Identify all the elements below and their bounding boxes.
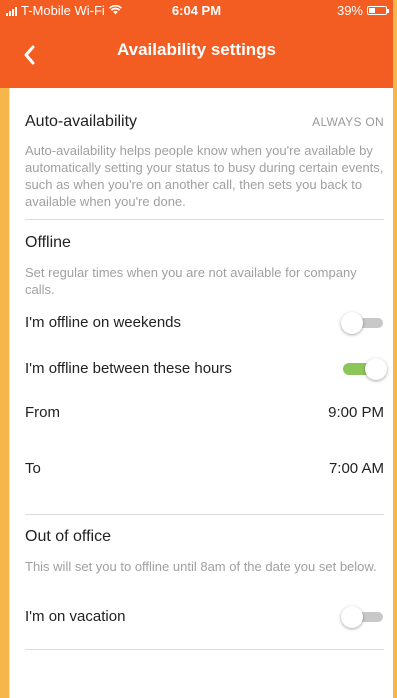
- out-of-office-description: This will set you to offline until 8am o…: [25, 559, 377, 574]
- to-time-value[interactable]: 7:00 AM: [329, 460, 384, 477]
- from-row[interactable]: From 9:00 PM: [25, 404, 384, 421]
- offline-hours-row: I'm offline between these hours: [25, 360, 384, 377]
- auto-availability-description: Auto-availability helps people know when…: [25, 143, 384, 209]
- to-label: To: [25, 460, 41, 477]
- app-bar: Availability settings: [0, 22, 393, 88]
- divider: [25, 649, 384, 650]
- out-of-office-title: Out of office: [25, 528, 111, 545]
- vacation-row: I'm on vacation: [25, 608, 384, 625]
- page-title: Availability settings: [116, 40, 277, 59]
- settings-content: Auto-availability ALWAYS ON Auto-availab…: [9, 88, 393, 698]
- offline-weekends-toggle[interactable]: [341, 312, 387, 334]
- always-on-badge: ALWAYS ON: [312, 115, 384, 129]
- offline-hours-toggle[interactable]: [341, 358, 387, 380]
- offline-weekends-label: I'm offline on weekends: [25, 314, 182, 331]
- phone-screen: T-Mobile Wi-Fi 6:04 PM 39% Availability …: [0, 0, 397, 698]
- offline-description: Set regular times when you are not avail…: [25, 265, 357, 297]
- from-time-value[interactable]: 9:00 PM: [328, 404, 384, 421]
- vacation-toggle[interactable]: [341, 606, 387, 628]
- to-row[interactable]: To 7:00 AM: [25, 460, 384, 477]
- offline-title: Offline: [25, 234, 71, 251]
- offline-hours-label: I'm offline between these hours: [25, 360, 232, 377]
- divider: [25, 514, 384, 515]
- vacation-label: I'm on vacation: [25, 608, 126, 625]
- auto-availability-header: Auto-availability ALWAYS ON: [25, 113, 384, 131]
- from-label: From: [25, 404, 60, 421]
- offline-weekends-row: I'm offline on weekends: [25, 314, 384, 331]
- divider: [25, 219, 384, 220]
